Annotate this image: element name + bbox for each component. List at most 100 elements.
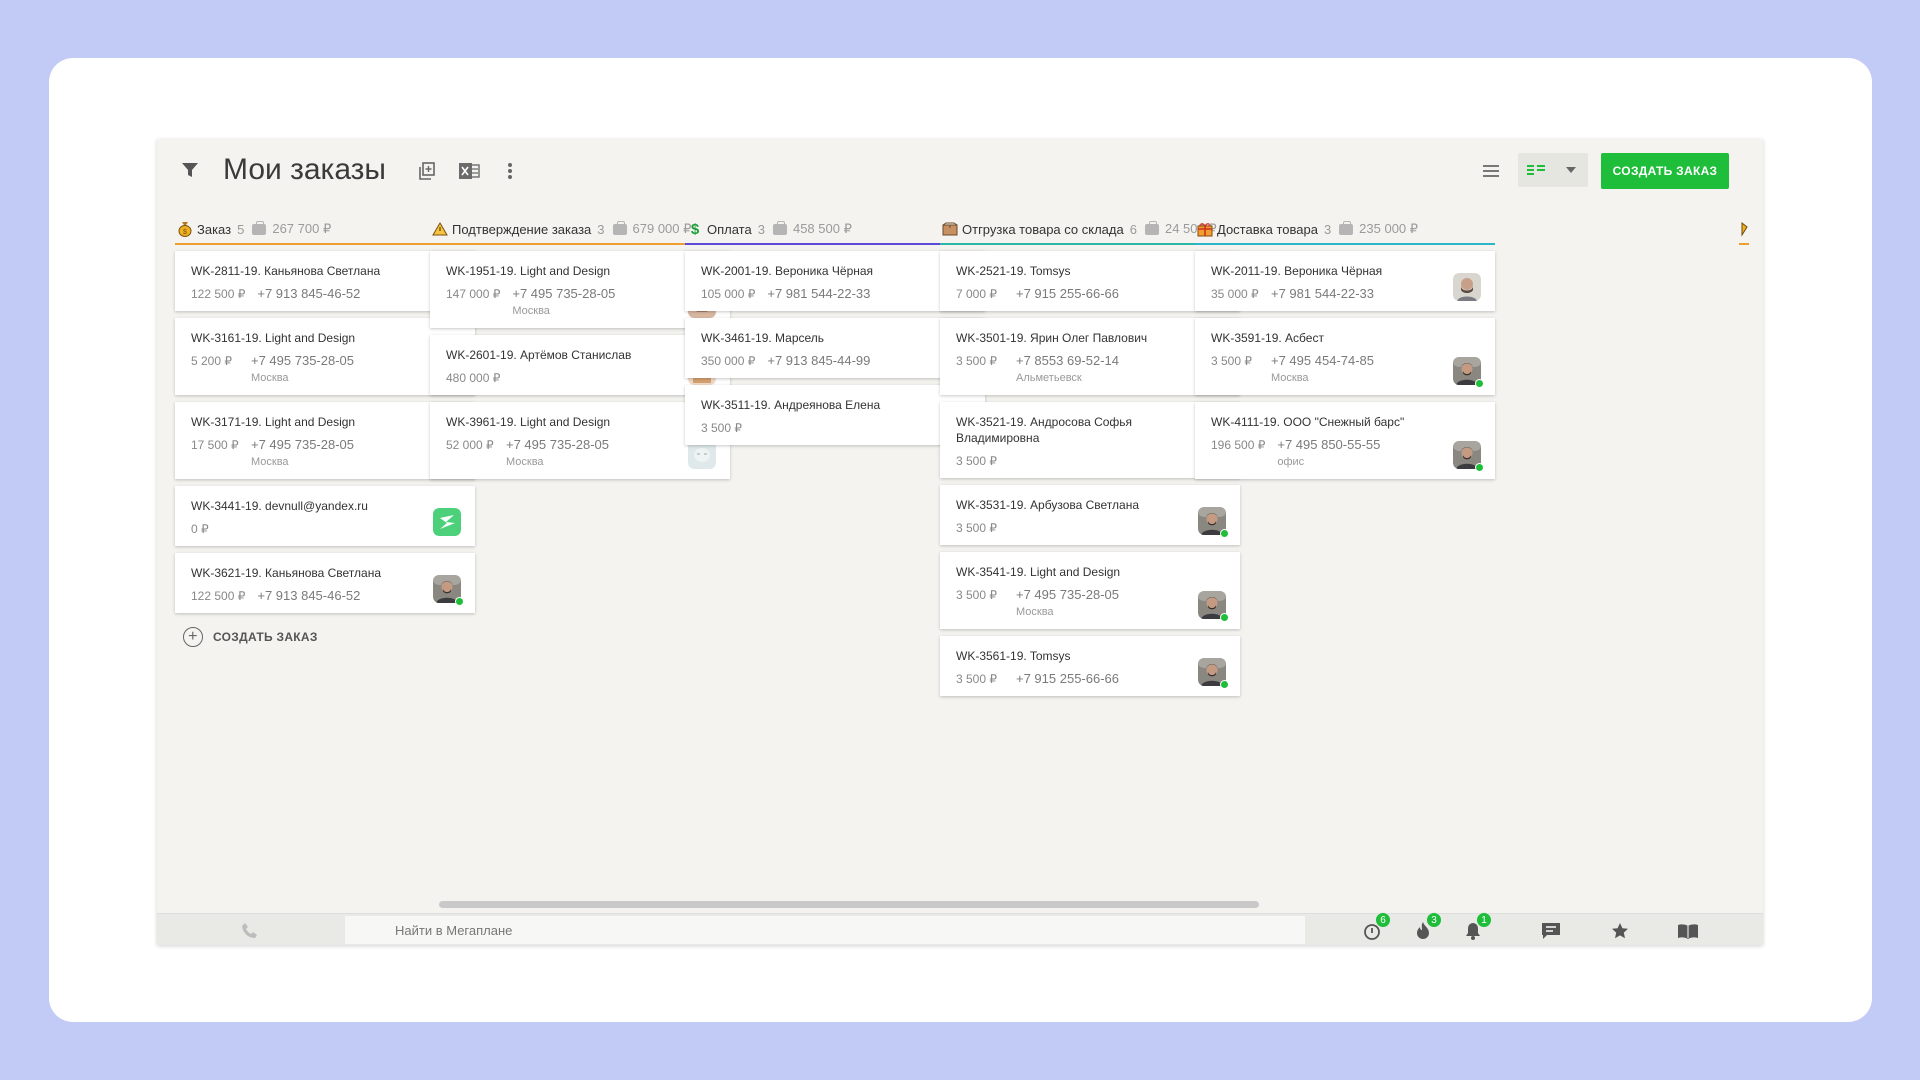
order-amount: 3 500 ₽ <box>956 588 997 602</box>
phone-icon[interactable] <box>239 920 261 942</box>
star-icon[interactable] <box>1609 920 1631 942</box>
dollar-icon: $ <box>687 221 703 237</box>
order-title[interactable]: WK-3171-19. Light and Design <box>191 414 411 430</box>
order-phone[interactable]: +7 495 735-28-05 <box>506 438 609 452</box>
bell-icon[interactable]: 1 <box>1462 912 1492 942</box>
search-input[interactable]: Найти в Мегаплане <box>345 916 1305 944</box>
order-city: Москва <box>1016 606 1054 618</box>
order-phone[interactable]: +7 8553 69-52-14 <box>1016 354 1119 368</box>
order-title[interactable]: WK-2811-19. Каньянова Светлана <box>191 263 411 279</box>
contact-info: +7 495 735-28-05 Москва <box>506 438 609 469</box>
order-amount: 350 000 ₽ <box>701 354 756 368</box>
column-5: Доставка товара 3 235 000 ₽ WK-2011-19. Вер… <box>1195 215 1495 486</box>
kanban-view-toggle[interactable] <box>1518 153 1588 187</box>
avatar[interactable] <box>433 575 464 606</box>
order-title[interactable]: WK-3521-19. Андросова Софья Владимировна <box>956 414 1176 446</box>
avatar[interactable] <box>1453 441 1484 472</box>
order-phone[interactable]: +7 915 255-66-66 <box>1016 672 1119 686</box>
order-title[interactable]: WK-2001-19. Вероника Чёрная <box>701 263 921 279</box>
avatar[interactable] <box>1198 507 1229 538</box>
order-title[interactable]: WK-3561-19. Tomsys <box>956 648 1176 664</box>
order-title[interactable]: WK-3531-19. Арбузова Светлана <box>956 497 1176 513</box>
book-icon[interactable] <box>1677 920 1699 942</box>
briefcase-icon <box>1339 220 1354 235</box>
notifications-badge: 1 <box>1476 912 1492 928</box>
column-count: 3 <box>597 221 605 237</box>
order-phone[interactable]: +7 495 735-28-05 <box>251 354 354 368</box>
column-sum: 235 000 ₽ <box>1359 221 1419 236</box>
order-title[interactable]: WK-2011-19. Вероника Чёрная <box>1211 263 1431 279</box>
contact-info: +7 8553 69-52-14 Альметьевск <box>1016 354 1119 385</box>
order-title[interactable]: WK-3961-19. Light and Design <box>446 414 666 430</box>
order-meta: 3 500 ₽ +7 495 454-74-85 Москва <box>1211 354 1431 385</box>
order-card[interactable]: WK-3541-19. Light and Design 3 500 ₽ +7 49… <box>940 552 1240 629</box>
list-view-icon[interactable] <box>1479 159 1503 183</box>
order-card[interactable]: WK-3531-19. Арбузова Светлана 3 500 ₽ <box>940 485 1240 545</box>
filter-icon[interactable] <box>179 159 201 181</box>
order-meta: 3 500 ₽ <box>701 421 921 435</box>
order-title[interactable]: WK-3591-19. Асбест <box>1211 330 1431 346</box>
order-meta: 350 000 ₽ +7 913 845-44-99 <box>701 354 921 369</box>
order-amount: 122 500 ₽ <box>191 287 246 301</box>
order-phone[interactable]: +7 981 544-22-33 <box>767 287 870 301</box>
order-meta: 122 500 ₽ +7 913 845-46-52 <box>191 287 411 302</box>
add-order-button[interactable]: + СОЗДАТЬ ЗАКАЗ <box>175 627 475 647</box>
order-title[interactable]: WK-4111-19. ООО "Снежный барс" <box>1211 414 1431 430</box>
copy-icon[interactable] <box>415 159 439 183</box>
order-phone[interactable]: +7 495 735-28-05 <box>1016 588 1119 602</box>
avatar[interactable] <box>1198 591 1229 622</box>
order-meta: 52 000 ₽ +7 495 735-28-05 Москва <box>446 438 666 469</box>
order-title[interactable]: WK-3461-19. Марсель <box>701 330 921 346</box>
order-phone[interactable]: +7 495 735-28-05 <box>512 287 615 301</box>
add-order-label: СОЗДАТЬ ЗАКАЗ <box>213 630 318 644</box>
chevron-down-icon[interactable] <box>1564 163 1578 177</box>
column-title: Отгрузка товара со склада <box>962 221 1124 237</box>
chat-icon[interactable] <box>1540 920 1562 942</box>
excel-export-icon[interactable] <box>457 159 481 183</box>
order-title[interactable]: WK-3621-19. Каньянова Светлана <box>191 565 411 581</box>
avatar[interactable] <box>1453 273 1481 301</box>
horizontal-scrollbar[interactable] <box>439 901 1259 908</box>
more-options-icon[interactable] <box>503 159 517 183</box>
order-card[interactable]: WK-3621-19. Каньянова Светлана 122 500 ₽ +… <box>175 553 475 613</box>
order-title[interactable]: WK-2601-19. Артёмов Станислав <box>446 347 666 363</box>
order-phone[interactable]: +7 913 845-46-52 <box>257 287 360 301</box>
card-list: WK-2011-19. Вероника Чёрная 35 000 ₽ +7 98… <box>1195 251 1495 479</box>
next-column-underline <box>1739 243 1749 245</box>
alert-clock-icon[interactable]: 6 <box>1361 912 1391 942</box>
order-card[interactable]: WK-3561-19. Tomsys 3 500 ₽ +7 915 255-66-6… <box>940 636 1240 696</box>
order-title[interactable]: WK-3441-19. devnull@yandex.ru <box>191 498 411 514</box>
order-title[interactable]: WK-3501-19. Ярин Олег Павлович <box>956 330 1176 346</box>
order-phone[interactable]: +7 913 845-46-52 <box>257 589 360 603</box>
order-amount: 3 500 ₽ <box>701 421 742 435</box>
column-title: Подтверждение заказа <box>452 221 592 237</box>
order-title[interactable]: WK-3161-19. Light and Design <box>191 330 411 346</box>
order-title[interactable]: WK-2521-19. Tomsys <box>956 263 1176 279</box>
order-meta: 196 500 ₽ +7 495 850-55-55 офис <box>1211 438 1431 469</box>
fire-icon[interactable]: 3 <box>1412 912 1442 942</box>
order-phone[interactable]: +7 495 454-74-85 <box>1271 354 1374 368</box>
order-phone[interactable]: +7 495 850-55-55 <box>1277 438 1380 452</box>
order-city: Москва <box>251 372 289 384</box>
hot-badge: 3 <box>1426 912 1442 928</box>
order-meta: 480 000 ₽ <box>446 371 666 385</box>
avatar[interactable] <box>1198 658 1229 689</box>
order-card[interactable]: WK-4111-19. ООО "Снежный барс" 196 500 ₽ +… <box>1195 402 1495 479</box>
order-phone[interactable]: +7 915 255-66-66 <box>1016 287 1119 301</box>
order-phone[interactable]: +7 495 735-28-05 <box>251 438 354 452</box>
order-title[interactable]: WK-1951-19. Light and Design <box>446 263 666 279</box>
column-header[interactable]: Доставка товара 3 235 000 ₽ <box>1195 215 1495 245</box>
contact-info: +7 495 735-28-05 Москва <box>251 438 354 469</box>
order-phone[interactable]: +7 913 845-44-99 <box>767 354 870 368</box>
contact-info: +7 495 454-74-85 Москва <box>1271 354 1374 385</box>
online-indicator <box>1220 613 1229 622</box>
order-card[interactable]: WK-3591-19. Асбест 3 500 ₽ +7 495 454-74-8… <box>1195 318 1495 395</box>
avatar[interactable] <box>1453 357 1484 388</box>
order-card[interactable]: WK-3441-19. devnull@yandex.ru 0 ₽ <box>175 486 475 546</box>
avatar[interactable] <box>433 508 461 536</box>
order-phone[interactable]: +7 981 544-22-33 <box>1271 287 1374 301</box>
order-title[interactable]: WK-3511-19. Андреянова Елена <box>701 397 921 413</box>
create-order-button[interactable]: СОЗДАТЬ ЗАКАЗ <box>1601 153 1729 189</box>
order-title[interactable]: WK-3541-19. Light and Design <box>956 564 1176 580</box>
order-card[interactable]: WK-2011-19. Вероника Чёрная 35 000 ₽ +7 98… <box>1195 251 1495 311</box>
